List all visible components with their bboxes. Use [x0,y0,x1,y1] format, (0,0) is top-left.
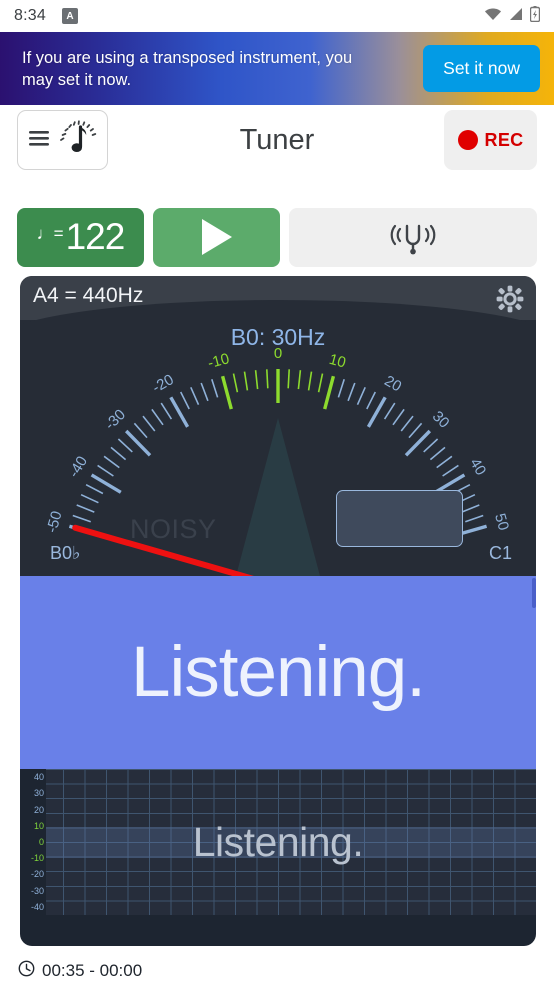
transport-bar: ♩= 122 [0,207,554,267]
gauge-tick-label: -50 [43,509,65,535]
battery-charging-icon [529,5,541,27]
cent-history-graph[interactable]: Listening. 40 30 20 10 0 -10 -20 -30 -40 [20,769,536,946]
gear-icon[interactable] [495,284,525,319]
banner-message: If you are using a transposed instrument… [22,48,353,89]
record-button[interactable]: REC [444,110,537,170]
clock-icon [18,960,35,982]
listening-label: Listening. [131,633,426,712]
record-dot-icon [457,130,478,150]
y-axis-tick-label: 0 [38,837,44,847]
system-status-bar: 8:34 A [0,0,554,32]
gauge-tick-label: -40 [65,453,91,480]
scroll-indicator[interactable] [532,578,536,608]
graph-overlay-text: Listening. [20,769,536,915]
transposition-promo-banner: If you are using a transposed instrument… [0,32,554,105]
tempo-button[interactable]: ♩= 122 [17,207,144,267]
graph-listening-label: Listening. [192,818,364,865]
recording-time-range: 00:35 - 00:00 [42,961,143,980]
signal-quality-label: NOISY [130,514,217,544]
gauge-tick-label: 10 [327,351,347,372]
detected-note-readout: B0: 30Hz [230,324,326,350]
play-icon [201,219,232,255]
listening-status-band: Listening. [20,576,536,769]
y-axis-tick-label: -40 [30,901,44,912]
gauge-tick-label: 30 [429,408,453,432]
gauge-tick-label: 40 [466,455,489,478]
gauge-tick-label: -10 [206,350,231,372]
y-axis-tick-label: 30 [33,788,44,799]
recording-time-footer: 00:35 - 00:00 [18,960,142,982]
quarter-note-icon: ♩= [36,223,64,243]
y-axis-tick-label: -20 [30,869,44,880]
tempo-value: 122 [65,216,126,257]
record-label: REC [484,129,524,150]
flat-note-label: B0♭ [50,543,81,563]
hamburger-icon [28,128,52,153]
y-axis-tick-label: -10 [30,853,44,864]
gauge-tick-label: 20 [381,372,404,395]
y-axis-tick-label: -30 [30,885,44,896]
play-button[interactable] [153,207,280,267]
y-axis-tick-label: 40 [33,772,44,783]
tuning-fork-icon [387,216,439,259]
status-indicators [484,5,541,27]
gauge-tick-label: -20 [150,371,177,396]
reference-pitch-label: A4 = 440Hz [33,284,144,307]
gauge-tick-label: 50 [491,512,512,533]
y-axis-tick-label: 10 [33,820,44,831]
tuner-dial-note-icon [55,118,97,163]
gauge-tick-label: -30 [102,406,129,433]
wifi-icon [484,7,502,26]
app-screen: 8:34 A If you are using a transposed ins… [0,0,554,984]
sharp-note-label: C1 [488,543,512,563]
set-it-now-button[interactable]: Set it now [423,45,540,92]
menu-button[interactable] [17,110,108,170]
note-display-box [336,490,463,547]
y-axis-tick-label: 20 [33,804,44,815]
status-clock: 8:34 [14,7,46,24]
signal-icon [509,7,523,26]
app-toolbar: Tuner REC [0,105,554,175]
tuner-gauge-panel: A4 = 440Hz B0: 30Hz -50 -40 -30 -20 -10 … [20,276,536,576]
graph-y-axis: 40 30 20 10 0 -10 -20 -30 -40 [20,769,46,915]
status-app-badge-icon: A [61,8,78,24]
tuning-fork-button[interactable] [289,207,537,267]
